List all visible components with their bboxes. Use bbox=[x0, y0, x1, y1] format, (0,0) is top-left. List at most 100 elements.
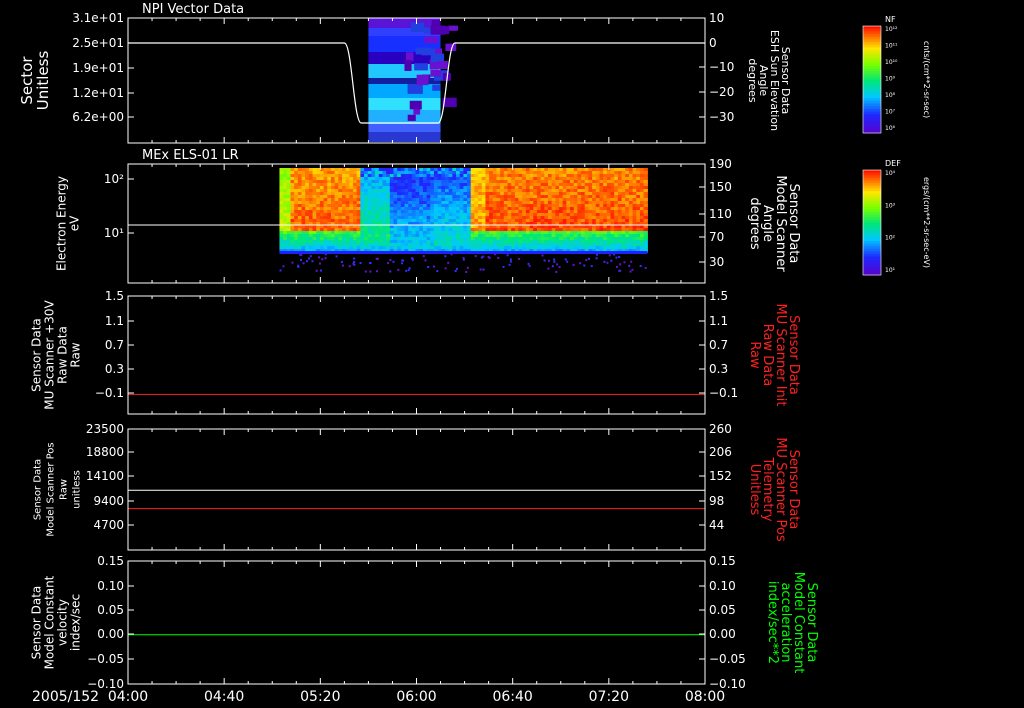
els-low-energy-point bbox=[479, 268, 482, 271]
right-tick-label: 98 bbox=[709, 494, 724, 508]
npi-heatmap-cell bbox=[415, 47, 431, 55]
left-axis-label: unitless bbox=[72, 470, 83, 509]
els-low-energy-point bbox=[427, 266, 430, 269]
els-low-energy-point bbox=[433, 265, 436, 268]
els-low-energy-point bbox=[291, 261, 294, 264]
colorbar-tick-label: 10¹¹ bbox=[885, 43, 898, 50]
els-low-energy-point bbox=[547, 259, 550, 262]
els-low-energy-point bbox=[407, 269, 410, 272]
plot-canvas: NPI Vector Data 3.1e+01 2.5e+01 1.9e+01 1.2e… bbox=[18, 2, 931, 705]
els-low-energy-point bbox=[309, 255, 312, 258]
els-low-energy-point bbox=[319, 269, 322, 272]
els-low-energy-point bbox=[629, 270, 632, 273]
els-low-energy-point bbox=[447, 261, 450, 264]
els-low-energy-point bbox=[444, 267, 447, 270]
els-low-energy-point bbox=[506, 254, 509, 257]
left-axis-label: Sensor Data bbox=[30, 586, 44, 660]
npi-heatmap-cell bbox=[424, 36, 439, 44]
els-low-energy-point bbox=[352, 262, 355, 265]
els-low-energy-point bbox=[509, 258, 512, 261]
els-low-energy-point bbox=[387, 262, 390, 265]
els-low-energy-point bbox=[590, 265, 593, 268]
els-low-energy-point bbox=[376, 270, 379, 273]
els-low-energy-point bbox=[497, 256, 500, 259]
els-low-energy-point bbox=[628, 264, 631, 267]
els-low-energy-point bbox=[353, 257, 356, 260]
colorbar-units: cnts/(cm**2-sr-sec) bbox=[922, 41, 931, 118]
colorbar-tick-label: 10² bbox=[885, 235, 896, 242]
left-axis-label: velocity bbox=[56, 599, 70, 646]
els-low-energy-point bbox=[615, 256, 618, 259]
npi-heatmap-band bbox=[368, 132, 441, 142]
els-low-energy-point bbox=[610, 259, 613, 262]
els-low-energy-point bbox=[302, 262, 305, 265]
left-tick-label: 10² bbox=[104, 172, 124, 186]
els-low-energy-point bbox=[376, 257, 379, 260]
right-tick-label: 0.3 bbox=[709, 362, 728, 376]
els-floor-band bbox=[279, 251, 648, 254]
els-low-energy-point bbox=[509, 260, 512, 263]
left-tick-label: 3.1e+01 bbox=[72, 11, 124, 25]
els-low-energy-point bbox=[279, 269, 282, 272]
left-tick-label: 0.10 bbox=[97, 579, 124, 593]
npi-heatmap-band bbox=[368, 18, 441, 28]
right-tick-label: −0.05 bbox=[709, 652, 746, 666]
panel-frame bbox=[127, 428, 706, 551]
right-tick-label: 1.5 bbox=[709, 289, 728, 303]
els-low-energy-point bbox=[401, 262, 404, 265]
els-low-energy-point bbox=[353, 260, 356, 263]
time-axis-label: 06:40 bbox=[492, 689, 532, 705]
right-axis-label: degrees bbox=[747, 197, 762, 250]
right-axis-label: index/sec**2 bbox=[765, 581, 780, 664]
els-low-energy-point bbox=[553, 260, 556, 263]
colorbar-tag: NF bbox=[885, 15, 896, 24]
colorbar-tag: DEF bbox=[885, 159, 901, 168]
els-low-energy-point bbox=[424, 259, 427, 262]
npi-heatmap-cell bbox=[407, 84, 423, 94]
npi-heatmap-cell bbox=[430, 53, 445, 63]
colorbar-tick-label: 10⁸ bbox=[885, 92, 896, 99]
left-axis-label: MU Scanner +30V bbox=[43, 300, 57, 410]
els-low-energy-point bbox=[364, 270, 367, 273]
els-low-energy-point bbox=[595, 257, 598, 260]
els-low-energy-point bbox=[474, 255, 477, 258]
els-low-energy-point bbox=[318, 256, 321, 259]
els-low-energy-point bbox=[527, 262, 530, 265]
els-low-energy-point bbox=[282, 265, 285, 268]
npi-heatmap-band bbox=[368, 110, 441, 124]
date-label: 2005/152 bbox=[32, 689, 99, 705]
npi-heatmap-cell bbox=[410, 22, 425, 33]
els-low-energy-point bbox=[299, 258, 302, 261]
els-low-energy-point bbox=[408, 267, 411, 270]
right-tick-label: 30 bbox=[709, 255, 724, 269]
right-tick-label: 0 bbox=[709, 36, 717, 50]
time-axis-label: 06:00 bbox=[396, 689, 436, 705]
left-axis-label: Electron Energy bbox=[55, 176, 69, 271]
els-low-energy-point bbox=[480, 256, 483, 259]
els-low-energy-point bbox=[644, 267, 647, 270]
right-tick-label: 150 bbox=[709, 180, 732, 194]
npi-heatmap-cell bbox=[432, 84, 441, 91]
els-low-energy-point bbox=[405, 269, 408, 272]
left-axis-label: Sensor Data bbox=[33, 459, 44, 520]
right-tick-label: 0.15 bbox=[709, 554, 736, 568]
els-low-energy-point bbox=[608, 254, 611, 257]
left-tick-label: 10¹ bbox=[104, 226, 124, 240]
npi-heatmap-band bbox=[368, 124, 441, 132]
els-low-energy-point bbox=[543, 259, 546, 262]
colorbar-tick-label: 10⁷ bbox=[885, 109, 896, 116]
left-axis-label: Model Constant bbox=[43, 575, 57, 669]
els-low-energy-point bbox=[454, 269, 457, 272]
els-heatmap bbox=[279, 168, 648, 273]
right-tick-label: −0.1 bbox=[709, 386, 738, 400]
panel-title: MEx ELS-01 LR bbox=[142, 148, 239, 163]
els-low-energy-point bbox=[340, 260, 343, 263]
els-low-energy-point bbox=[579, 262, 582, 265]
left-tick-label: 0.7 bbox=[105, 338, 124, 352]
right-tick-label: 1.1 bbox=[709, 314, 728, 328]
left-tick-label: 1.2e+01 bbox=[72, 86, 124, 100]
els-low-energy-point bbox=[553, 258, 556, 261]
colorbar-units: ergs/(cm**2-sr-sec-eV) bbox=[922, 177, 931, 268]
els-low-energy-point bbox=[502, 265, 505, 268]
right-tick-label: 10 bbox=[709, 11, 724, 25]
